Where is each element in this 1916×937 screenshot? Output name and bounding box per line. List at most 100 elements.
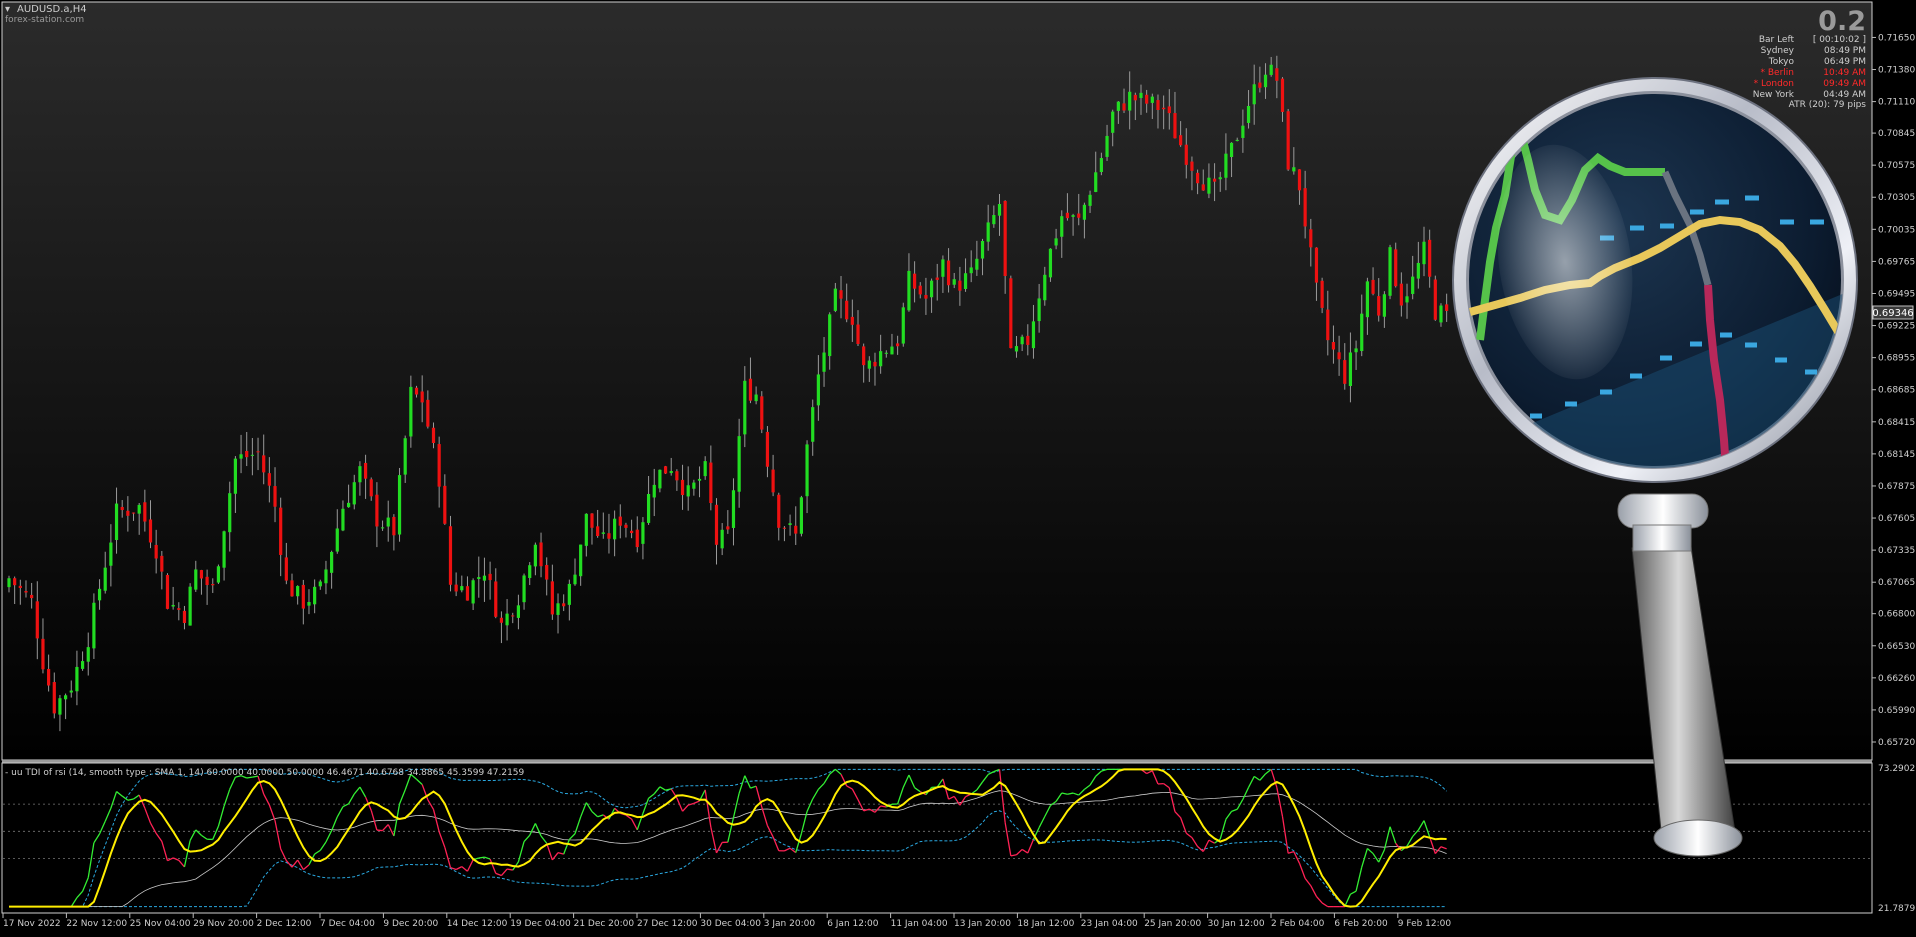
price-tick-label: 0.70845 [1878,129,1915,139]
time-tick-label: 27 Dec 12:00 [637,919,698,929]
candle-body [256,451,259,452]
candle-body [1105,136,1108,157]
candle-body [217,566,220,582]
time-tick-label: 23 Jan 04:00 [1081,919,1138,929]
candle-body [913,274,916,289]
candle-body [907,271,910,310]
candle-body [409,387,412,437]
candle-body [443,486,446,524]
candle-body [670,471,673,473]
session-value: 04:49 AM [1823,90,1866,100]
candle-body [222,531,225,567]
price-tick-label: 0.68145 [1878,450,1915,460]
candle-body [1128,92,1131,111]
indicator-panel[interactable] [2,763,1872,913]
tdi-rsi-segment [479,857,485,858]
session-label: * London [1754,79,1794,89]
candle-body [511,615,514,616]
candle-body [902,307,905,343]
candle-body [879,351,882,366]
candle-body [228,493,231,532]
candle-body [1247,106,1250,123]
candle-body [126,511,129,516]
candle-body [392,517,395,535]
price-axis[interactable]: 0.716500.713800.711100.708450.705750.703… [1872,33,1915,748]
candle-body [839,290,842,298]
price-tick-label: 0.71380 [1878,66,1915,76]
candle-body [936,278,939,280]
session-value: 10:49 AM [1823,68,1866,78]
candle-body [1292,167,1295,171]
candle-body [1117,102,1120,111]
candle-body [675,471,678,480]
candle-body [472,580,475,603]
price-tick-label: 0.70575 [1878,161,1915,171]
candle-body [319,581,322,586]
candle-body [1258,83,1261,88]
price-tick-label: 0.70035 [1878,225,1915,235]
candle-body [132,513,135,514]
candle-body [556,603,559,615]
candle-body [206,577,209,585]
candle-body [975,259,978,270]
candle-body [534,545,537,567]
candle-body [1253,84,1256,104]
candle-body [1071,215,1074,217]
candle-body [1015,346,1018,351]
candle-body [1179,135,1182,145]
candle-body [505,614,508,626]
candle-body [1185,145,1188,165]
candle-body [500,618,503,623]
candle-body [58,698,61,714]
candle-body [766,432,769,467]
candle-body [160,556,163,572]
candle-body [992,215,995,224]
price-tick-label: 0.71110 [1878,98,1915,108]
candle-body [183,611,186,623]
candle-body [53,682,56,713]
candle-body [1411,277,1414,294]
candle-body [347,503,350,507]
candle-body [330,552,333,573]
time-axis[interactable]: 17 Nov 202222 Nov 12:0025 Nov 04:0029 No… [3,913,1451,929]
candle-body [619,517,622,526]
candle-body [1094,172,1097,192]
candle-body [1422,242,1425,264]
candle-body [375,495,378,527]
candle-body [1021,337,1024,345]
candle-body [307,602,310,606]
candle-body [1088,195,1091,206]
candle-body [268,473,271,486]
chart-window[interactable]: 0.716500.713800.711100.708450.705750.703… [0,0,1916,933]
candle-body [794,526,797,534]
candle-body [760,396,763,429]
candle-body [341,509,344,531]
candle-body [455,585,458,592]
candle-body [653,485,656,498]
candle-body [364,463,367,479]
candle-body [1275,68,1278,81]
price-tick-label: 0.70305 [1878,193,1915,203]
candle-body [1309,229,1312,247]
candle-body [30,595,33,598]
candle-body [930,281,933,298]
chart-canvas[interactable]: 0.716500.713800.711100.708450.705750.703… [0,0,1916,933]
candle-body [687,485,690,496]
price-tick-label: 0.67335 [1878,546,1915,556]
collapse-arrow-icon[interactable]: ▾ [5,4,10,15]
session-value: [ 00:10:02 ] [1813,35,1866,45]
candle-body [421,391,424,402]
candle-body [104,568,107,591]
indicator-axis[interactable]: 73.290221.7879 [1878,764,1915,914]
candle-body [539,542,542,566]
session-value: 08:49 PM [1824,46,1866,56]
price-tick-label: 0.67605 [1878,514,1915,524]
candle-body [856,325,859,344]
candle-body [477,577,480,579]
candle-body [1145,95,1148,104]
candle-body [1060,216,1063,237]
session-label: Sydney [1761,46,1795,56]
candle-body [200,570,203,578]
session-label: Tokyo [1768,57,1795,67]
candle-body [636,530,639,547]
